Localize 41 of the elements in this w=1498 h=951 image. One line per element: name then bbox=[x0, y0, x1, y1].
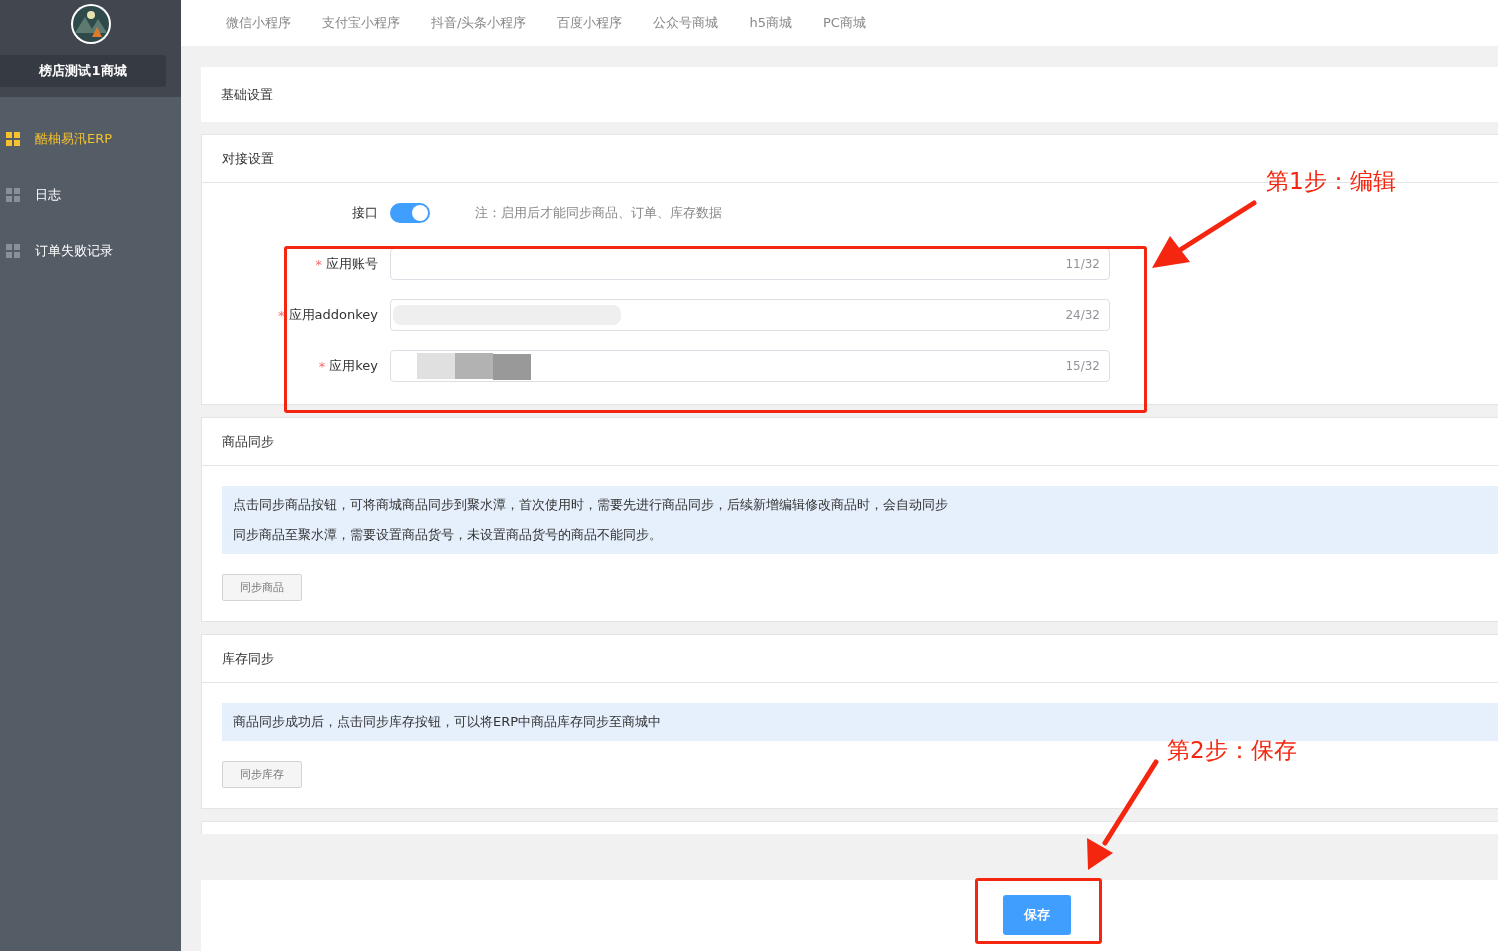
notice-text: 点击同步商品按钮，可将商城商品同步到聚水潭，首次使用时，需要先进行商品同步，后续新增编辑修改商品时，会自动同步 bbox=[233, 496, 949, 514]
shop-name: 榜店测试1商城 bbox=[0, 55, 166, 87]
field-label: 应用addonkey bbox=[288, 306, 378, 324]
tab[interactable]: 抖音/头条小程序 bbox=[431, 14, 527, 32]
tab[interactable]: h5商城 bbox=[749, 14, 792, 32]
menu-item[interactable]: 酷柚易汛ERP bbox=[0, 111, 181, 167]
section-title: 对接设置 bbox=[222, 149, 274, 168]
menu-item[interactable]: 订单失败记录 bbox=[0, 223, 181, 279]
required-mark: * bbox=[315, 256, 322, 272]
grid-icon bbox=[6, 188, 20, 202]
annotation-text: 第1步：编辑 bbox=[1266, 167, 1396, 196]
field-label: 应用账号 bbox=[326, 255, 378, 273]
grid-icon bbox=[6, 132, 20, 146]
toggle-switch[interactable] bbox=[390, 203, 430, 223]
input-field[interactable]: 24/32 bbox=[390, 299, 1110, 331]
sync-button[interactable]: 同步库存 bbox=[222, 761, 302, 788]
save-button[interactable]: 保存 bbox=[1003, 895, 1071, 935]
grid-icon bbox=[6, 244, 20, 258]
char-counter: 24/32 bbox=[1065, 308, 1100, 322]
char-counter: 15/32 bbox=[1065, 359, 1100, 373]
logo-icon bbox=[69, 3, 112, 45]
section-title: 库存同步 bbox=[222, 649, 274, 668]
required-mark: * bbox=[278, 307, 285, 323]
tab[interactable]: 微信小程序 bbox=[226, 14, 291, 32]
tab[interactable]: 公众号商城 bbox=[653, 14, 719, 32]
note-text: 注：启用后才能同步商品、订单、库存数据 bbox=[475, 204, 722, 222]
tab[interactable]: PC商城 bbox=[822, 14, 866, 32]
tab[interactable]: 支付宝小程序 bbox=[322, 14, 400, 32]
char-counter: 11/32 bbox=[1065, 257, 1100, 271]
annotation-text: 第2步：保存 bbox=[1167, 736, 1297, 765]
section-title: 商品同步 bbox=[222, 432, 274, 451]
tab[interactable]: 百度小程序 bbox=[557, 14, 623, 32]
notice-text: 同步商品至聚水潭，需要设置商品货号，未设置商品货号的商品不能同步。 bbox=[233, 526, 663, 544]
section-title: 基础设置 bbox=[221, 85, 273, 104]
input-field[interactable]: 15/32 bbox=[390, 350, 1110, 382]
required-mark: * bbox=[318, 358, 326, 374]
sync-button[interactable]: 同步商品 bbox=[222, 574, 302, 601]
notice-text: 商品同步成功后，点击同步库存按钮，可以将ERP中商品库存同步至商城中 bbox=[233, 713, 663, 731]
field-label: 接口 bbox=[351, 204, 379, 222]
menu-item[interactable]: 日志 bbox=[0, 167, 181, 223]
field-label: 应用key bbox=[329, 357, 378, 375]
